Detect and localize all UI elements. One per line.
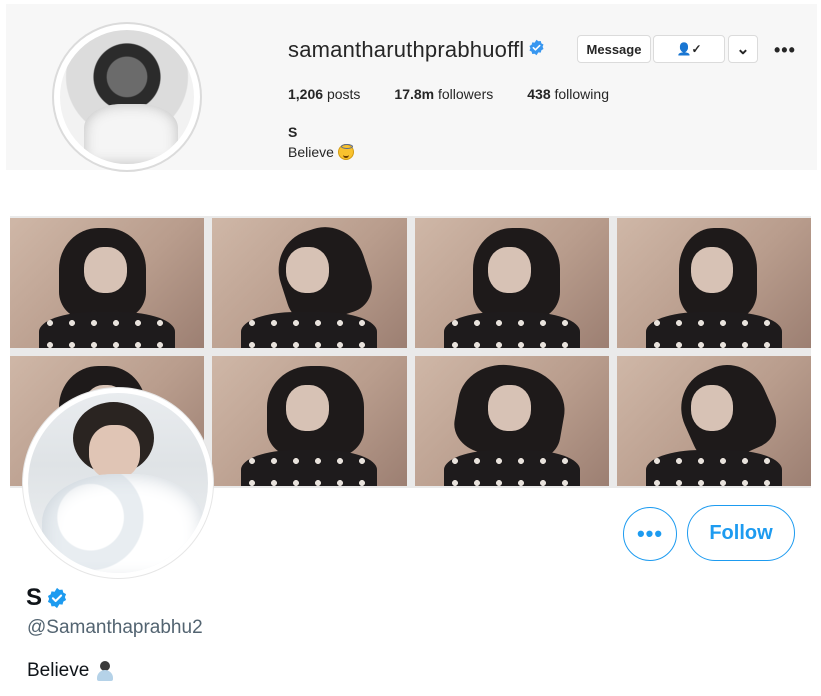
instagram-username: samantharuthprabhuoffl	[288, 37, 525, 62]
instagram-avatar-photo	[60, 30, 194, 164]
collage-photo	[212, 356, 407, 486]
followers-label: followers	[438, 86, 494, 102]
instagram-bio: Believe	[288, 144, 354, 160]
collage-photo	[414, 356, 609, 486]
suggested-dropdown-button[interactable]: ⌄	[728, 35, 758, 63]
twitter-avatar[interactable]	[23, 388, 213, 578]
collage-photo	[414, 218, 609, 348]
posts-count: 1,206	[288, 86, 324, 102]
instagram-stats: 1,206 posts 17.8m followers 438 followin…	[288, 86, 609, 102]
smiling-face-with-halo-emoji-icon	[337, 144, 354, 160]
followers-count: 17.8m	[394, 86, 435, 102]
instagram-avatar[interactable]	[52, 22, 202, 172]
twitter-display-name-row: S	[26, 584, 68, 612]
verified-badge-icon	[47, 587, 67, 609]
following-stat[interactable]: 438 following	[527, 86, 609, 102]
instagram-bio-text: Believe	[288, 144, 334, 160]
instagram-profile-header: samantharuthprabhuoffl Message 👤✓ ⌄ ••• …	[6, 4, 817, 172]
collage-photo	[616, 218, 811, 348]
following-label: following	[554, 86, 609, 102]
posts-stat[interactable]: 1,206 posts	[288, 86, 360, 102]
posts-label: posts	[326, 86, 361, 102]
followers-stat[interactable]: 17.8m followers	[394, 86, 493, 102]
instagram-more-options-icon[interactable]: •••	[774, 40, 796, 61]
twitter-bio: Believe	[27, 660, 115, 682]
following-status-button[interactable]: 👤✓	[653, 35, 725, 63]
collage-photo	[10, 218, 205, 348]
collage-photo	[616, 356, 811, 486]
twitter-follow-button[interactable]: Follow	[687, 505, 795, 561]
twitter-handle: @Samanthaprabhu2	[27, 617, 203, 638]
instagram-username-row: samantharuthprabhuoffl	[288, 37, 545, 63]
twitter-avatar-photo	[28, 393, 208, 573]
twitter-bio-text: Believe	[27, 660, 90, 681]
twitter-more-options-button[interactable]: •••	[623, 507, 677, 561]
instagram-display-name: S	[288, 124, 298, 140]
twitter-display-name: S	[26, 584, 43, 611]
verified-badge-icon	[529, 39, 544, 56]
following-count: 438	[527, 86, 551, 102]
collage-photo	[212, 218, 407, 348]
person-gesturing-emoji-icon	[95, 661, 115, 681]
message-button[interactable]: Message	[577, 35, 651, 63]
